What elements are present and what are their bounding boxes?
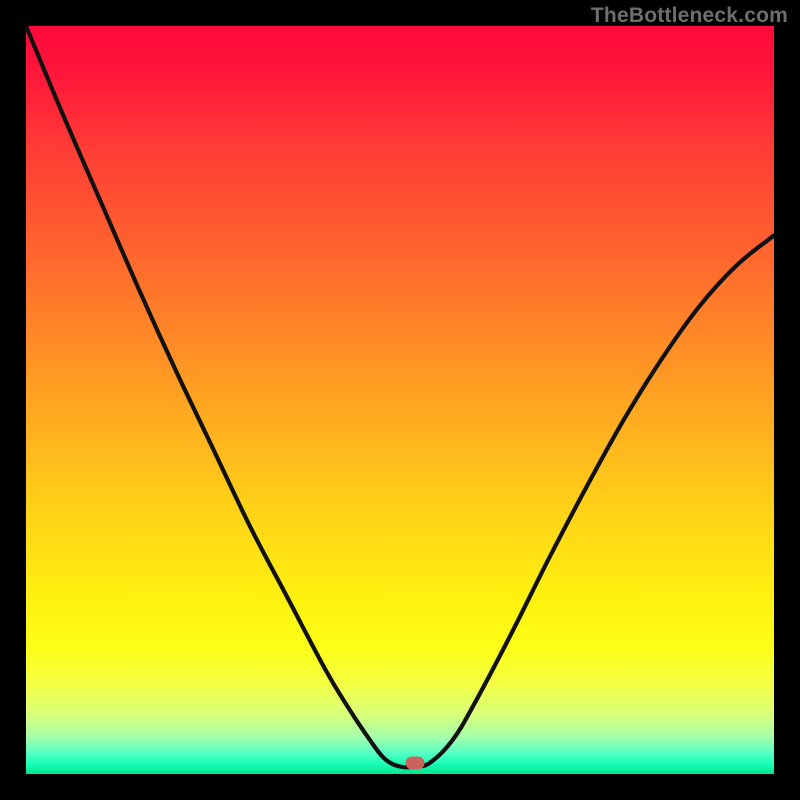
curve-path	[26, 26, 774, 767]
chart-frame: TheBottleneck.com	[0, 0, 800, 800]
attribution-watermark: TheBottleneck.com	[591, 4, 788, 28]
plot-area	[26, 26, 774, 774]
optimal-point-marker	[405, 756, 424, 769]
bottleneck-curve	[26, 26, 774, 774]
